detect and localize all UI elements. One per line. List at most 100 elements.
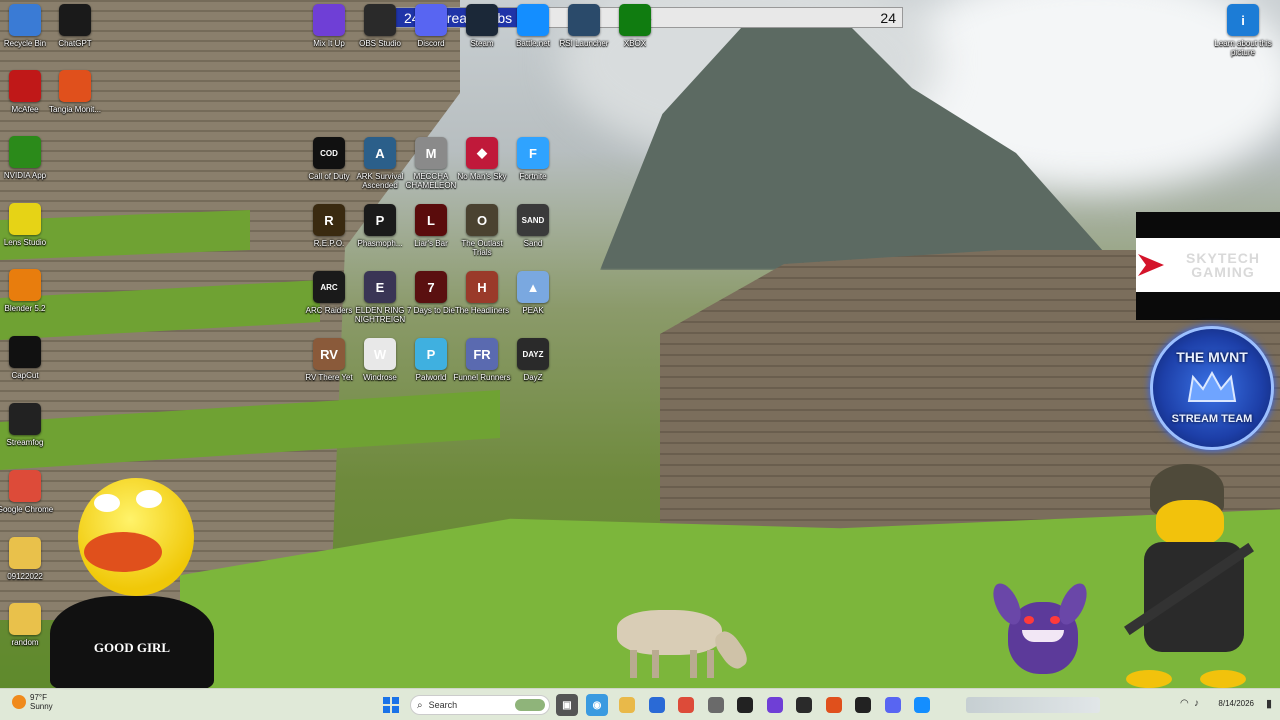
- elden-ring-icon: E: [364, 271, 396, 303]
- desktop-top-3-label: Steam: [470, 39, 494, 48]
- chatgpt-icon: [59, 4, 91, 36]
- desktop-game-15-label: RV There Yet: [305, 373, 353, 382]
- desktop-left-7-shortcut[interactable]: CapCut: [0, 336, 56, 380]
- desktop-game-9-label: Sand: [523, 239, 543, 248]
- desktop-game-14-label: PEAK: [522, 306, 544, 315]
- desktop-left-6-label: Blender 5.2: [4, 304, 46, 313]
- taskbar-app-10[interactable]: [911, 694, 933, 716]
- store-icon: [648, 697, 665, 713]
- taskbar-app-4[interactable]: [734, 694, 756, 716]
- liars-bar-icon: L: [415, 204, 447, 236]
- discord-icon: [415, 4, 447, 36]
- wifi-icon[interactable]: ◠: [1180, 698, 1189, 709]
- rv-there-yet-icon: RV: [313, 338, 345, 370]
- llama-figure: [612, 600, 752, 680]
- skytech-text: SKYTECH GAMING: [1186, 250, 1260, 280]
- desktop-left-10-shortcut[interactable]: 09122022: [0, 537, 56, 581]
- desktop-game-3-label: No Man's Sky: [457, 172, 507, 181]
- desktop-left-2-label: McAfee: [11, 105, 39, 114]
- desktop-left-0-label: Recycle Bin: [3, 39, 47, 48]
- crown-icon: [1187, 371, 1237, 402]
- volume-icon[interactable]: ♪: [1194, 698, 1199, 709]
- soldier-duck-mascot: [1118, 464, 1268, 692]
- desktop-left-4-shortcut[interactable]: NVIDIA App: [0, 136, 56, 180]
- media-preview-widget[interactable]: [966, 697, 1100, 713]
- desktop-left-1-shortcut[interactable]: ChatGPT: [44, 4, 106, 48]
- weather-desc: Sunny: [30, 702, 53, 711]
- skytech-gaming-overlay: SKYTECH GAMING: [1136, 212, 1280, 320]
- learn-about-picture-icon: i: [1227, 4, 1259, 36]
- weather-temp: 97°F: [30, 693, 47, 702]
- desktop-top-1-label: OBS Studio: [359, 39, 401, 48]
- copilot-icon: ◉: [592, 699, 602, 711]
- repo-icon: R: [313, 204, 345, 236]
- taskbar-date[interactable]: 8/14/2026: [1218, 699, 1254, 708]
- weather-widget[interactable]: 97°F Sunny: [12, 693, 53, 711]
- windows-logo-icon: [383, 697, 399, 713]
- taskbar-app-3[interactable]: [705, 694, 727, 716]
- desktop-game-16-label: Windrose: [363, 373, 397, 382]
- desktop-left-3-shortcut[interactable]: Tangia Monit...: [44, 70, 106, 114]
- terminal-icon: [737, 697, 753, 713]
- desktop-left-5-shortcut[interactable]: Lens Studio: [0, 203, 56, 247]
- battlenet-icon: [517, 4, 549, 36]
- taskbar-app-1[interactable]: [646, 694, 668, 716]
- blender-icon: [9, 269, 41, 301]
- desktop-top-4-label: Battle.net: [516, 39, 550, 48]
- palworld-icon: P: [415, 338, 447, 370]
- taskbar-app-0[interactable]: [616, 694, 638, 716]
- desktop-game-17-label: Palworld: [415, 373, 447, 382]
- search-highlight-icon: [515, 699, 545, 711]
- mvnt-badge-bottom-text: STREAM TEAM: [1171, 413, 1253, 425]
- desktop-left-9-label: Google Chrome: [0, 505, 54, 514]
- desktop-game-10-label: ARC Raiders: [305, 306, 353, 315]
- desktop-game-9-shortcut[interactable]: SAND Sand: [502, 204, 564, 248]
- desktop-left-1-label: ChatGPT: [58, 39, 92, 48]
- desktop-game-14-shortcut[interactable]: ▲ PEAK: [502, 271, 564, 315]
- task-view-button[interactable]: ▣: [556, 694, 578, 716]
- search-icon: ⌕: [417, 699, 423, 711]
- desktop-game-6-label: Phasmoph...: [357, 239, 403, 248]
- desktop-game-4-label: Fortnite: [519, 172, 547, 181]
- desktop-top-0-label: Mix It Up: [313, 39, 345, 48]
- desktop-game-19-shortcut[interactable]: DAYZ DayZ: [502, 338, 564, 382]
- taskbar-app-7[interactable]: [823, 694, 845, 716]
- fortnite-icon: F: [517, 137, 549, 169]
- copilot-button[interactable]: ◉: [586, 694, 608, 716]
- desktop-left-11-label: random: [11, 638, 39, 647]
- desktop-left-11-shortcut[interactable]: random: [0, 603, 56, 647]
- taskbar-app-9[interactable]: [882, 694, 904, 716]
- taskbar-app-2[interactable]: [675, 694, 697, 716]
- desktop-game-5-label: R.E.P.O.: [313, 239, 345, 248]
- start-button[interactable]: [380, 694, 402, 716]
- mcafee-icon: [9, 70, 41, 102]
- taskbar-app-6[interactable]: [793, 694, 815, 716]
- learn-about-picture-shortcut[interactable]: i Learn about this picture: [1212, 4, 1274, 57]
- notification-bell-icon[interactable]: ▮: [1266, 697, 1272, 710]
- funnel-runners-icon: FR: [466, 338, 498, 370]
- desktop-game-19-label: DayZ: [523, 373, 543, 382]
- discord-icon: [884, 697, 901, 713]
- taskbar-app-5[interactable]: [764, 694, 786, 716]
- desktop-left-6-shortcut[interactable]: Blender 5.2: [0, 269, 56, 313]
- meccha-icon: M: [415, 137, 447, 169]
- desktop-left-7-label: CapCut: [11, 371, 39, 380]
- task-view-icon: ▣: [562, 699, 572, 711]
- mvnt-badge-top-text: THE MVNT: [1176, 349, 1248, 365]
- folder-icon: [9, 603, 41, 635]
- duck-shirt-text: GOOD GIRL: [93, 640, 171, 655]
- tangia-icon: [59, 70, 91, 102]
- desktop-left-9-shortcut[interactable]: Google Chrome: [0, 470, 56, 514]
- taskbar-search-box[interactable]: ⌕ Search: [410, 695, 550, 715]
- desktop-left-3-label: Tangia Monit...: [48, 105, 102, 114]
- peak-icon: ▲: [517, 271, 549, 303]
- taskbar-app-8[interactable]: [852, 694, 874, 716]
- headliners-icon: H: [466, 271, 498, 303]
- desktop-game-4-shortcut[interactable]: F Fortnite: [502, 137, 564, 181]
- taskbar: 97°F Sunny ⌕ Search ▣ ◉ ◠ ♪ 8/14/2026 ▮: [0, 688, 1280, 720]
- phasmophobia-icon: P: [364, 204, 396, 236]
- chrome-icon: [9, 470, 41, 502]
- folder-icon: [9, 537, 41, 569]
- desktop-top-6-shortcut[interactable]: XBOX: [604, 4, 666, 48]
- desktop-left-8-shortcut[interactable]: Streamfog: [0, 403, 56, 447]
